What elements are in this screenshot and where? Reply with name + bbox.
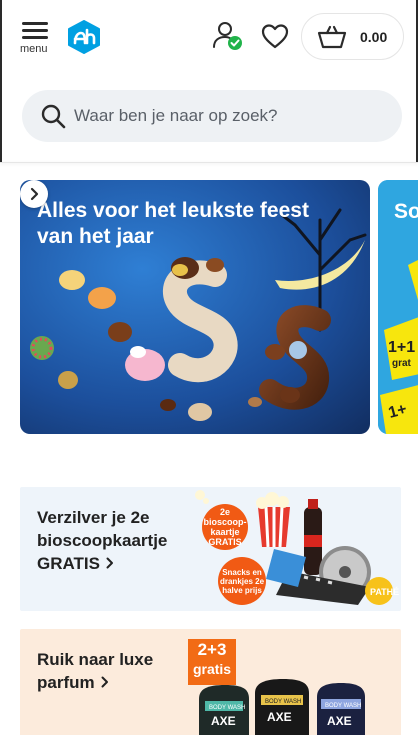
search-section (0, 72, 418, 162)
menu-icon-bar (22, 36, 48, 39)
hero-slide-next-preview[interactable]: 1+1 grat 1+ So (378, 180, 418, 434)
svg-text:BODY WASH: BODY WASH (265, 699, 301, 705)
menu-label: menu (20, 43, 48, 55)
search-icon[interactable] (40, 103, 66, 129)
promo-card-parfum[interactable]: Ruik naar luxe parfum 2+3 gratis BODY WA… (20, 629, 401, 735)
badge-snacks-text: Snacks en drankjes 2e halve prijs (219, 567, 265, 595)
menu-button[interactable]: menu (20, 18, 52, 58)
promo-title-text: Ruik naar luxe parfum (37, 650, 154, 692)
cart-total: 0.00 (360, 29, 388, 45)
top-bar: menu 0.00 (0, 0, 418, 72)
svg-text:AXE: AXE (211, 714, 236, 728)
promo-title: Ruik naar luxe parfum (37, 648, 177, 694)
account-icon[interactable] (210, 20, 244, 52)
ah-logo[interactable] (66, 20, 102, 54)
header-divider (0, 162, 418, 163)
svg-text:AXE: AXE (267, 710, 292, 724)
cinema-promo-image: PATHÉ (195, 490, 399, 605)
promo-title: Verzilver je 2e bioscoopkaartje GRATIS (37, 506, 187, 575)
search-bar[interactable] (22, 90, 402, 142)
chevron-right-icon (106, 557, 113, 569)
bodywash-product-image: BODY WASH AXE BODY WASH AXE BODY WASH AX… (199, 679, 365, 735)
menu-icon-bar (22, 29, 48, 32)
menu-icon (22, 22, 48, 25)
hero-carousel: Alles voor het leukste feest van het jaa… (0, 180, 418, 434)
promo-card-bioscoop[interactable]: Verzilver je 2e bioscoopkaartje GRATIS P… (20, 487, 401, 611)
search-input[interactable] (74, 90, 389, 142)
badge-snacks: Snacks en drankjes 2e halve prijs (218, 557, 266, 605)
deal-badge-line2: gratis (192, 661, 232, 677)
hero-slide-next-title: So (394, 200, 418, 223)
deal-badge-line1: 2+3 (197, 640, 227, 659)
svg-text:AXE: AXE (327, 714, 352, 728)
pathe-logo: PATHÉ (370, 587, 399, 597)
hero-slide-title: Alles voor het leukste feest van het jaa… (37, 199, 309, 248)
svg-text:BODY WASH: BODY WASH (325, 703, 361, 709)
hero-slide-feest[interactable]: Alles voor het leukste feest van het jaa… (20, 180, 370, 434)
chevron-right-icon (101, 676, 108, 688)
cart-icon (317, 25, 347, 49)
badge-free-ticket: 2e bioscoop-kaartje GRATIS (202, 504, 248, 550)
svg-text:1+1: 1+1 (388, 339, 415, 356)
promo-title-text: Verzilver je 2e bioscoopkaartje GRATIS (37, 508, 168, 573)
heart-icon[interactable] (260, 22, 290, 50)
svg-text:BODY WASH: BODY WASH (209, 705, 245, 711)
svg-text:grat: grat (392, 358, 412, 369)
cart-button[interactable]: 0.00 (301, 13, 404, 60)
carousel-next-button[interactable] (20, 180, 48, 208)
badge-free-ticket-text: 2e bioscoop-kaartje GRATIS (203, 507, 247, 547)
